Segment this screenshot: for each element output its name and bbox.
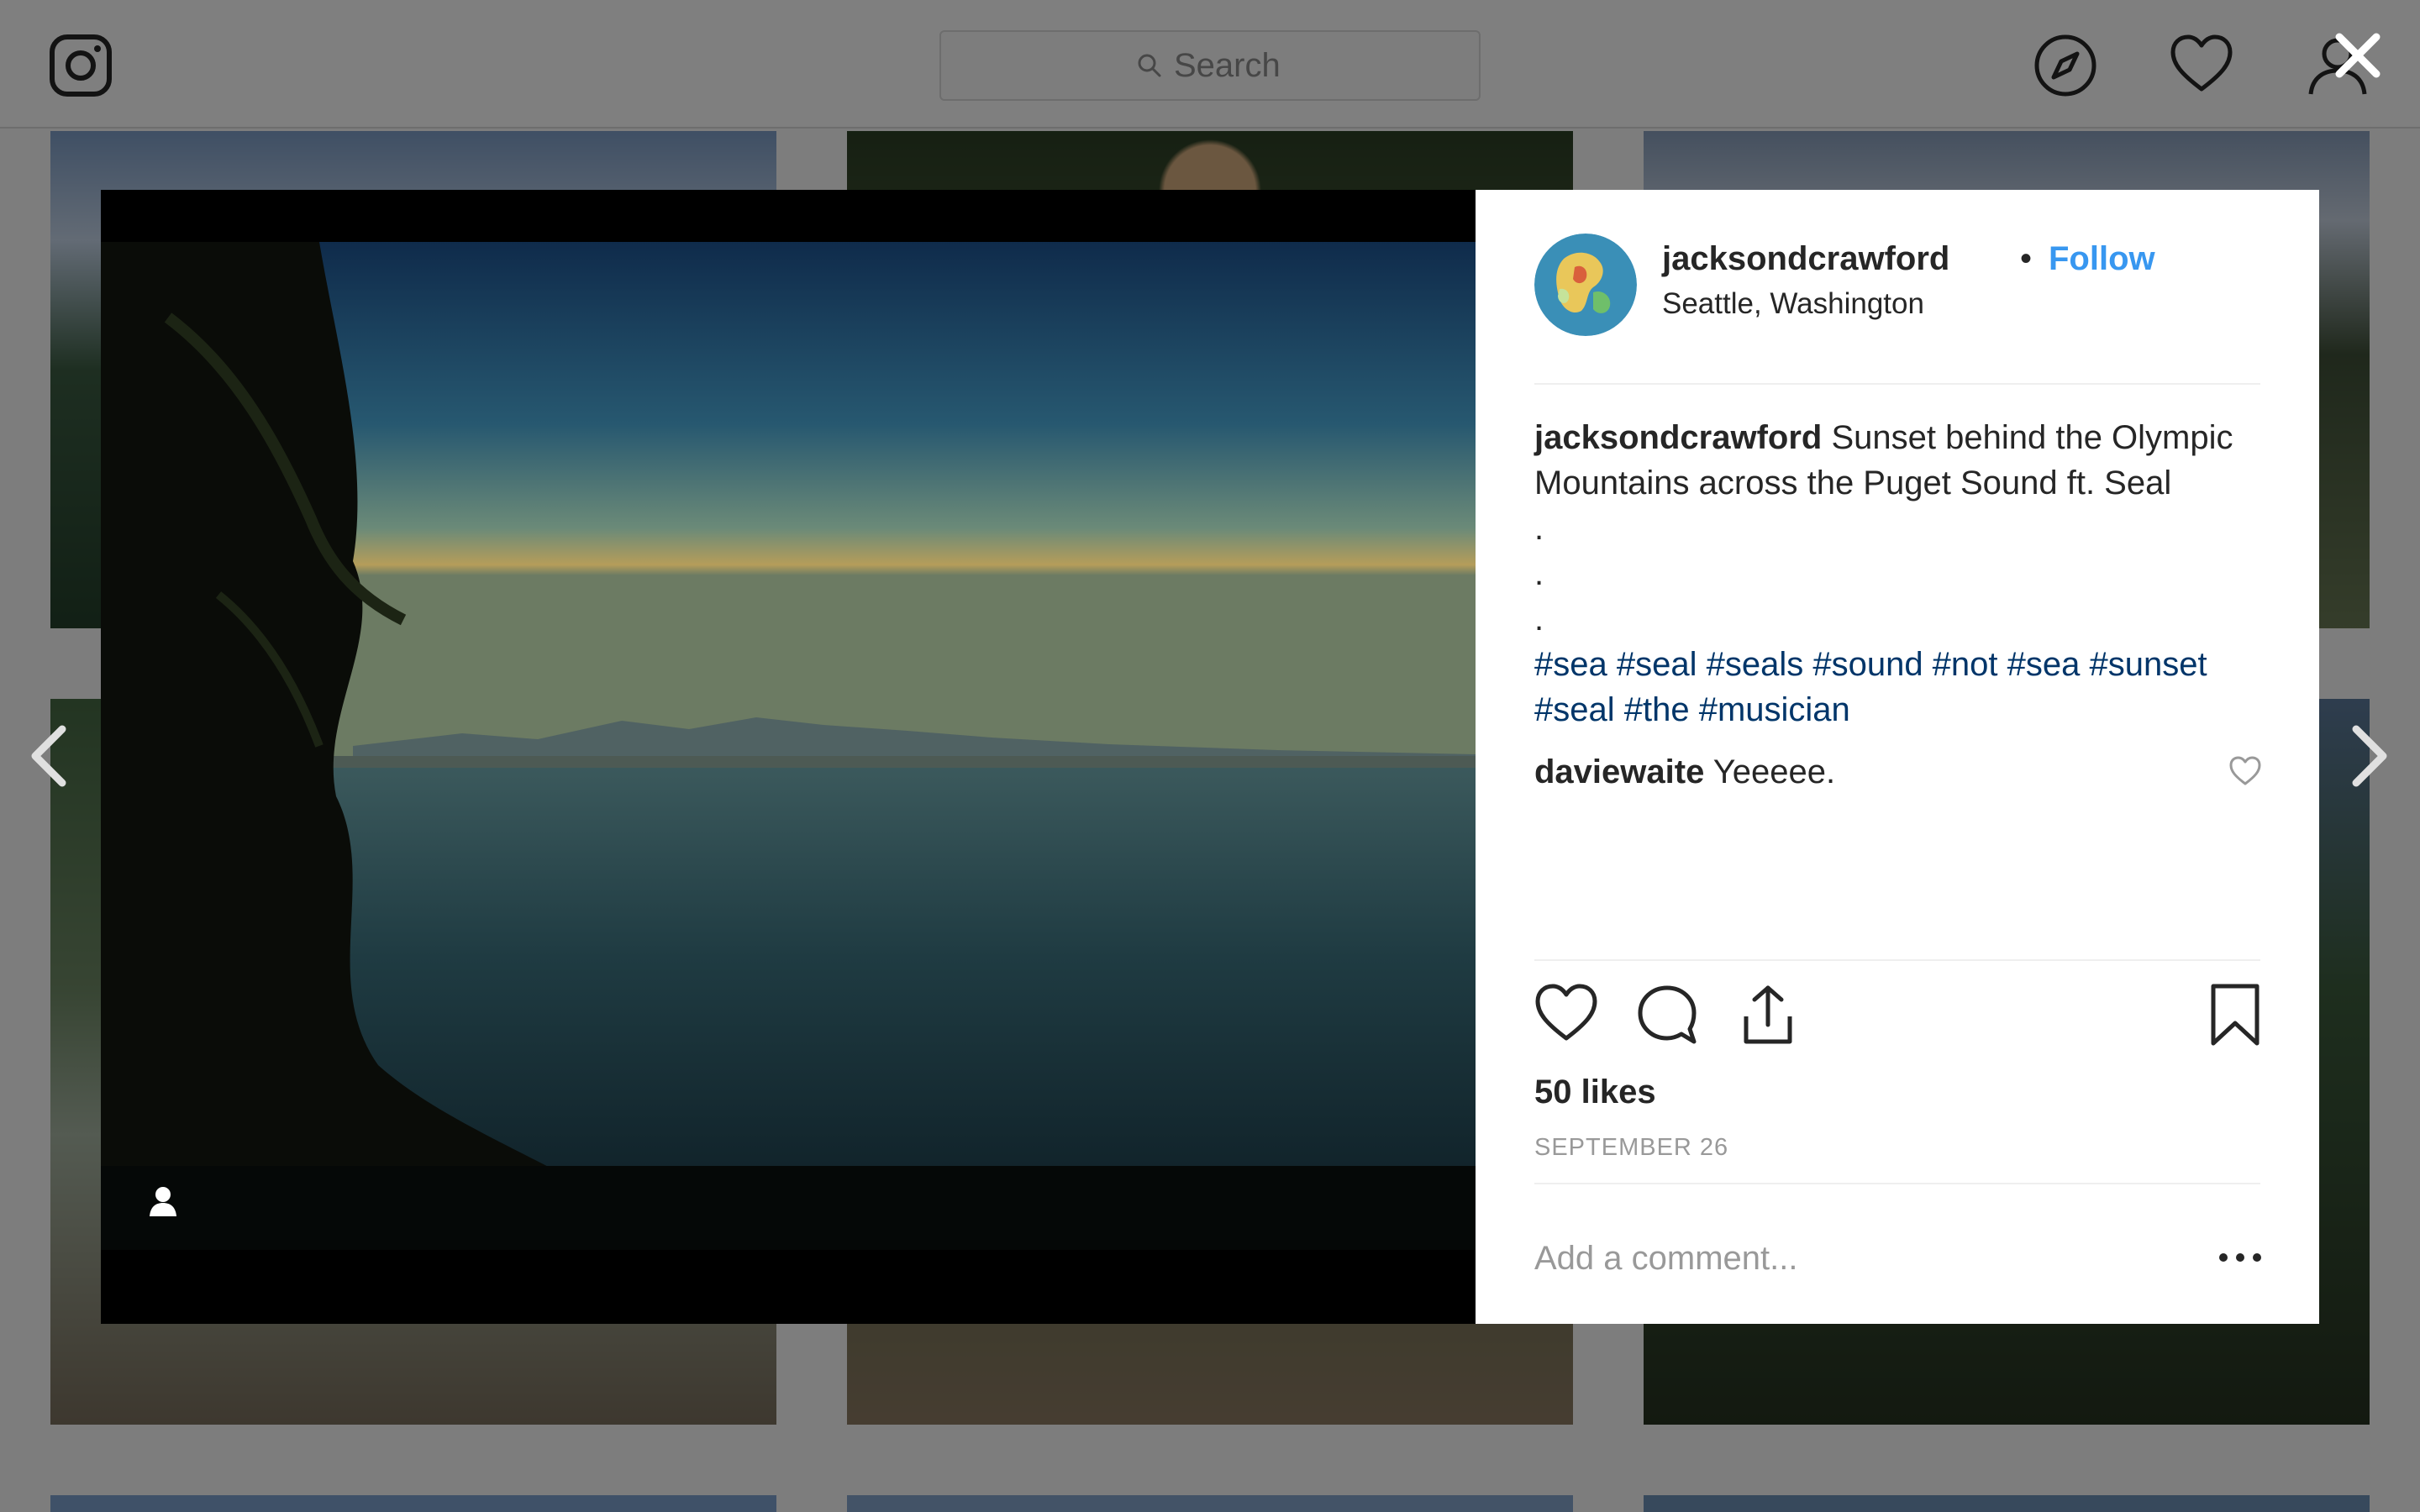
- caption-hashtags[interactable]: #sea #seal #seals #sound #not #sea #suns…: [1534, 642, 2265, 732]
- more-options-icon[interactable]: [2215, 1245, 2265, 1270]
- divider: [1534, 959, 2260, 961]
- close-icon[interactable]: [2333, 30, 2383, 81]
- caption-dot: .: [1534, 510, 1544, 547]
- likes-count[interactable]: 50 likes: [1534, 1074, 1656, 1111]
- comment-username[interactable]: daviewaite: [1534, 753, 1704, 790]
- add-comment-input[interactable]: [1534, 1231, 2173, 1285]
- comment-text: Yeeeee.: [1712, 753, 1836, 790]
- post-photo: [101, 242, 1476, 1250]
- separator-dot: •: [2020, 240, 2033, 277]
- chevron-left-icon[interactable]: [25, 724, 72, 788]
- comment-bubble-icon[interactable]: [1635, 983, 1699, 1047]
- post-caption: jacksondcrawford Sunset behind the Olymp…: [1534, 415, 2265, 732]
- comment-like-heart-icon[interactable]: [2228, 754, 2262, 788]
- post-actions: [1534, 983, 2260, 1050]
- chevron-right-icon[interactable]: [2346, 724, 2393, 788]
- heart-icon[interactable]: [1534, 983, 1598, 1047]
- post-username[interactable]: jacksondcrawford: [1662, 240, 1949, 278]
- divider: [1534, 383, 2260, 385]
- follow-button[interactable]: Follow: [2049, 240, 2155, 278]
- post-modal: jacksondcrawford • Follow Seattle, Washi…: [101, 190, 2319, 1324]
- caption-username[interactable]: jacksondcrawford: [1534, 419, 1822, 456]
- user-tag-icon[interactable]: [146, 1184, 180, 1218]
- post-date: SEPTEMBER 26: [1534, 1134, 1729, 1161]
- post-location[interactable]: Seattle, Washington: [1662, 287, 1924, 321]
- post-details-panel: jacksondcrawford • Follow Seattle, Washi…: [1476, 190, 2319, 1324]
- caption-dot: .: [1534, 601, 1544, 638]
- share-icon[interactable]: [1736, 983, 1800, 1047]
- post-media: [101, 190, 1476, 1324]
- avatar[interactable]: [1534, 234, 1637, 336]
- caption-dot: .: [1534, 555, 1544, 592]
- post-header: jacksondcrawford • Follow Seattle, Washi…: [1534, 234, 2260, 360]
- comment-item: daviewaite Yeeeee.: [1534, 749, 2260, 795]
- divider: [1534, 1183, 2260, 1184]
- bookmark-icon[interactable]: [2203, 983, 2267, 1047]
